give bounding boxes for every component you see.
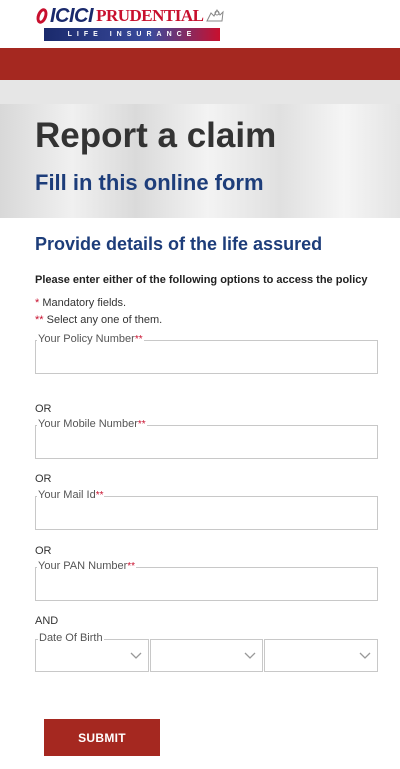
select-note: ** Select any one of them. <box>35 313 162 327</box>
policy-number-label: Your Policy Number** <box>37 333 144 346</box>
icici-mark-icon <box>36 8 48 24</box>
or-separator-1: OR <box>35 403 52 415</box>
page-subtitle: Fill in this online form <box>35 170 264 195</box>
submit-button[interactable]: SUBMIT <box>44 719 160 756</box>
page-title: Report a claim <box>35 116 277 155</box>
brand-tagline: LIFE INSURANCE <box>44 28 220 41</box>
and-separator: AND <box>35 615 59 627</box>
brand-name-icici: ICICI <box>50 4 94 27</box>
mobile-number-label-text: Your Mobile Number <box>38 418 138 430</box>
chevron-down-icon <box>359 652 371 659</box>
section-title: Provide details of the life assured <box>35 234 323 254</box>
pan-number-marker: ** <box>127 561 136 572</box>
mobile-number-label: Your Mobile Number** <box>37 418 147 431</box>
select-note-text: Select any one of them. <box>43 314 163 326</box>
dob-year-select[interactable] <box>264 639 379 672</box>
top-red-bar <box>0 48 400 80</box>
mail-id-marker: ** <box>95 490 104 501</box>
policy-number-label-text: Your Policy Number <box>38 333 135 345</box>
chevron-down-icon <box>130 652 142 659</box>
or-separator-2: OR <box>35 473 52 485</box>
mandatory-note: * Mandatory fields. <box>35 296 126 310</box>
brand-name-prudential: PRUDENTIAL <box>96 6 204 25</box>
site-header: ICICI PRUDENTIAL LIFE INSURANCE <box>0 0 400 48</box>
mail-id-label: Your Mail Id** <box>37 489 105 502</box>
pan-number-label: Your PAN Number** <box>37 560 137 573</box>
mobile-number-marker: ** <box>137 419 146 430</box>
dob-month-select[interactable] <box>149 639 264 672</box>
grey-strip <box>0 80 400 104</box>
or-separator-3: OR <box>35 545 52 557</box>
policy-number-marker: ** <box>134 334 143 345</box>
select-marker: ** <box>35 314 44 326</box>
pan-number-label-text: Your PAN Number <box>38 560 128 572</box>
brand-logo[interactable]: ICICI PRUDENTIAL LIFE INSURANCE <box>34 5 234 43</box>
chevron-down-icon <box>244 652 256 659</box>
form-instruction: Please enter either of the following opt… <box>35 274 368 286</box>
lion-emblem-icon <box>206 8 225 22</box>
mail-id-label-text: Your Mail Id <box>38 489 96 501</box>
date-of-birth-label: Date Of Birth <box>38 632 104 645</box>
mandatory-note-text: Mandatory fields. <box>39 297 127 309</box>
